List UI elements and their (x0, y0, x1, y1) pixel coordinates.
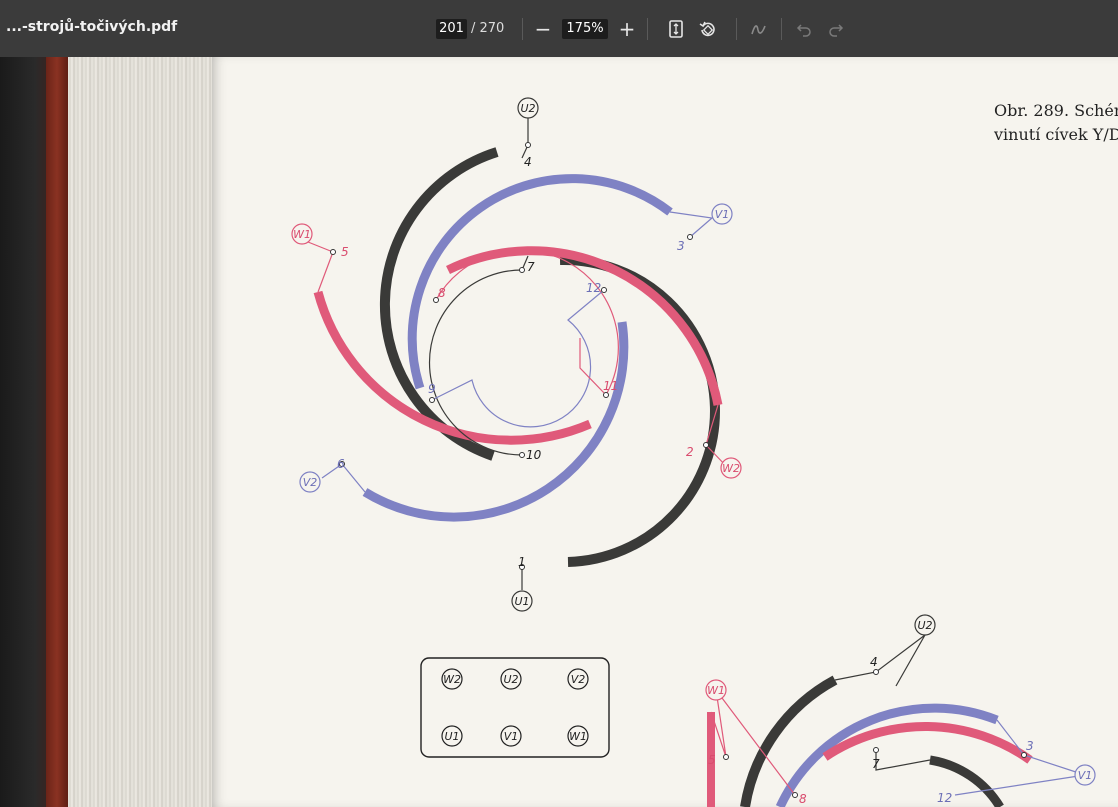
fig2-node-8: 8 (799, 792, 807, 806)
file-title: ...-strojů-točivých.pdf (6, 19, 178, 35)
node-9: 9 (428, 382, 436, 396)
fit-page-icon (669, 20, 683, 38)
coil-red-bottom (313, 290, 592, 445)
board-w1: W1 (569, 730, 587, 743)
minus-icon: − (534, 17, 552, 41)
node-11: 11 (603, 379, 618, 393)
board-v2: V2 (571, 673, 586, 686)
zoom-in-button[interactable]: + (612, 14, 642, 44)
board-v1: V1 (504, 730, 519, 743)
terminal-v1: V1 (715, 208, 730, 221)
terminal-w1: W1 (293, 228, 311, 241)
toolbar-separator (647, 18, 648, 40)
winding-diagram: .lbl { font-family: "DejaVu Sans", sans-… (291, 97, 1096, 807)
node-8: 8 (438, 286, 446, 300)
toolbar-separator (522, 18, 523, 40)
node-12: 12 (586, 281, 601, 295)
node-1: 1 (518, 555, 526, 569)
redo-button[interactable] (821, 14, 851, 44)
coil-black-inner (559, 254, 721, 567)
undo-button[interactable] (789, 14, 819, 44)
draw-button[interactable] (744, 14, 774, 44)
terminal-w2: W2 (722, 462, 740, 475)
fig2-node-7: 7 (872, 757, 880, 771)
node-7: 7 (527, 260, 535, 274)
draw-icon (751, 25, 766, 35)
node-10: 10 (526, 448, 542, 462)
fig2-terminal-w1: W1 (707, 684, 725, 697)
rotate-button[interactable] (693, 14, 723, 44)
page-total: / 270 (471, 21, 505, 36)
toolbar-separator (781, 18, 782, 40)
fig2-node-5: 5 (708, 753, 716, 767)
fig2-terminal-u2: U2 (917, 619, 932, 632)
board-u2: U2 (503, 673, 518, 686)
fig2-node-4: 4 (870, 655, 878, 669)
terminal-u2: U2 (520, 102, 535, 115)
pdf-toolbar: ...-strojů-točivých.pdf 201 / 270 − 175%… (0, 0, 1118, 57)
node-4: 4 (524, 155, 532, 169)
terminal-u1: U1 (514, 595, 529, 608)
zoom-out-button[interactable]: − (528, 14, 558, 44)
zoom-level-input[interactable]: 175% (562, 19, 608, 39)
board-u1: U1 (444, 730, 459, 743)
rotate-icon (699, 21, 715, 37)
terminal-v2: V2 (303, 476, 318, 489)
undo-icon (796, 24, 811, 37)
board-w2: W2 (443, 673, 461, 686)
plus-icon: + (618, 17, 636, 41)
fig2-node-3: 3 (1026, 739, 1034, 753)
fig2-node-12: 12 (937, 791, 952, 805)
node-6: 6 (337, 457, 345, 471)
node-3: 3 (677, 239, 685, 253)
redo-icon (829, 24, 844, 37)
node-2: 2 (686, 445, 694, 459)
page-number-input[interactable]: 201 (436, 19, 467, 39)
node-5: 5 (341, 245, 349, 259)
toolbar-separator (736, 18, 737, 40)
fig2-terminal-v1: V1 (1078, 769, 1093, 782)
coil-blue-bottom (362, 321, 629, 522)
fit-page-button[interactable] (661, 14, 691, 44)
coil-red-top (446, 246, 723, 406)
document-viewer[interactable]: Obr. 289. Schéma zapojení 6 skupin vinut… (0, 57, 1118, 807)
